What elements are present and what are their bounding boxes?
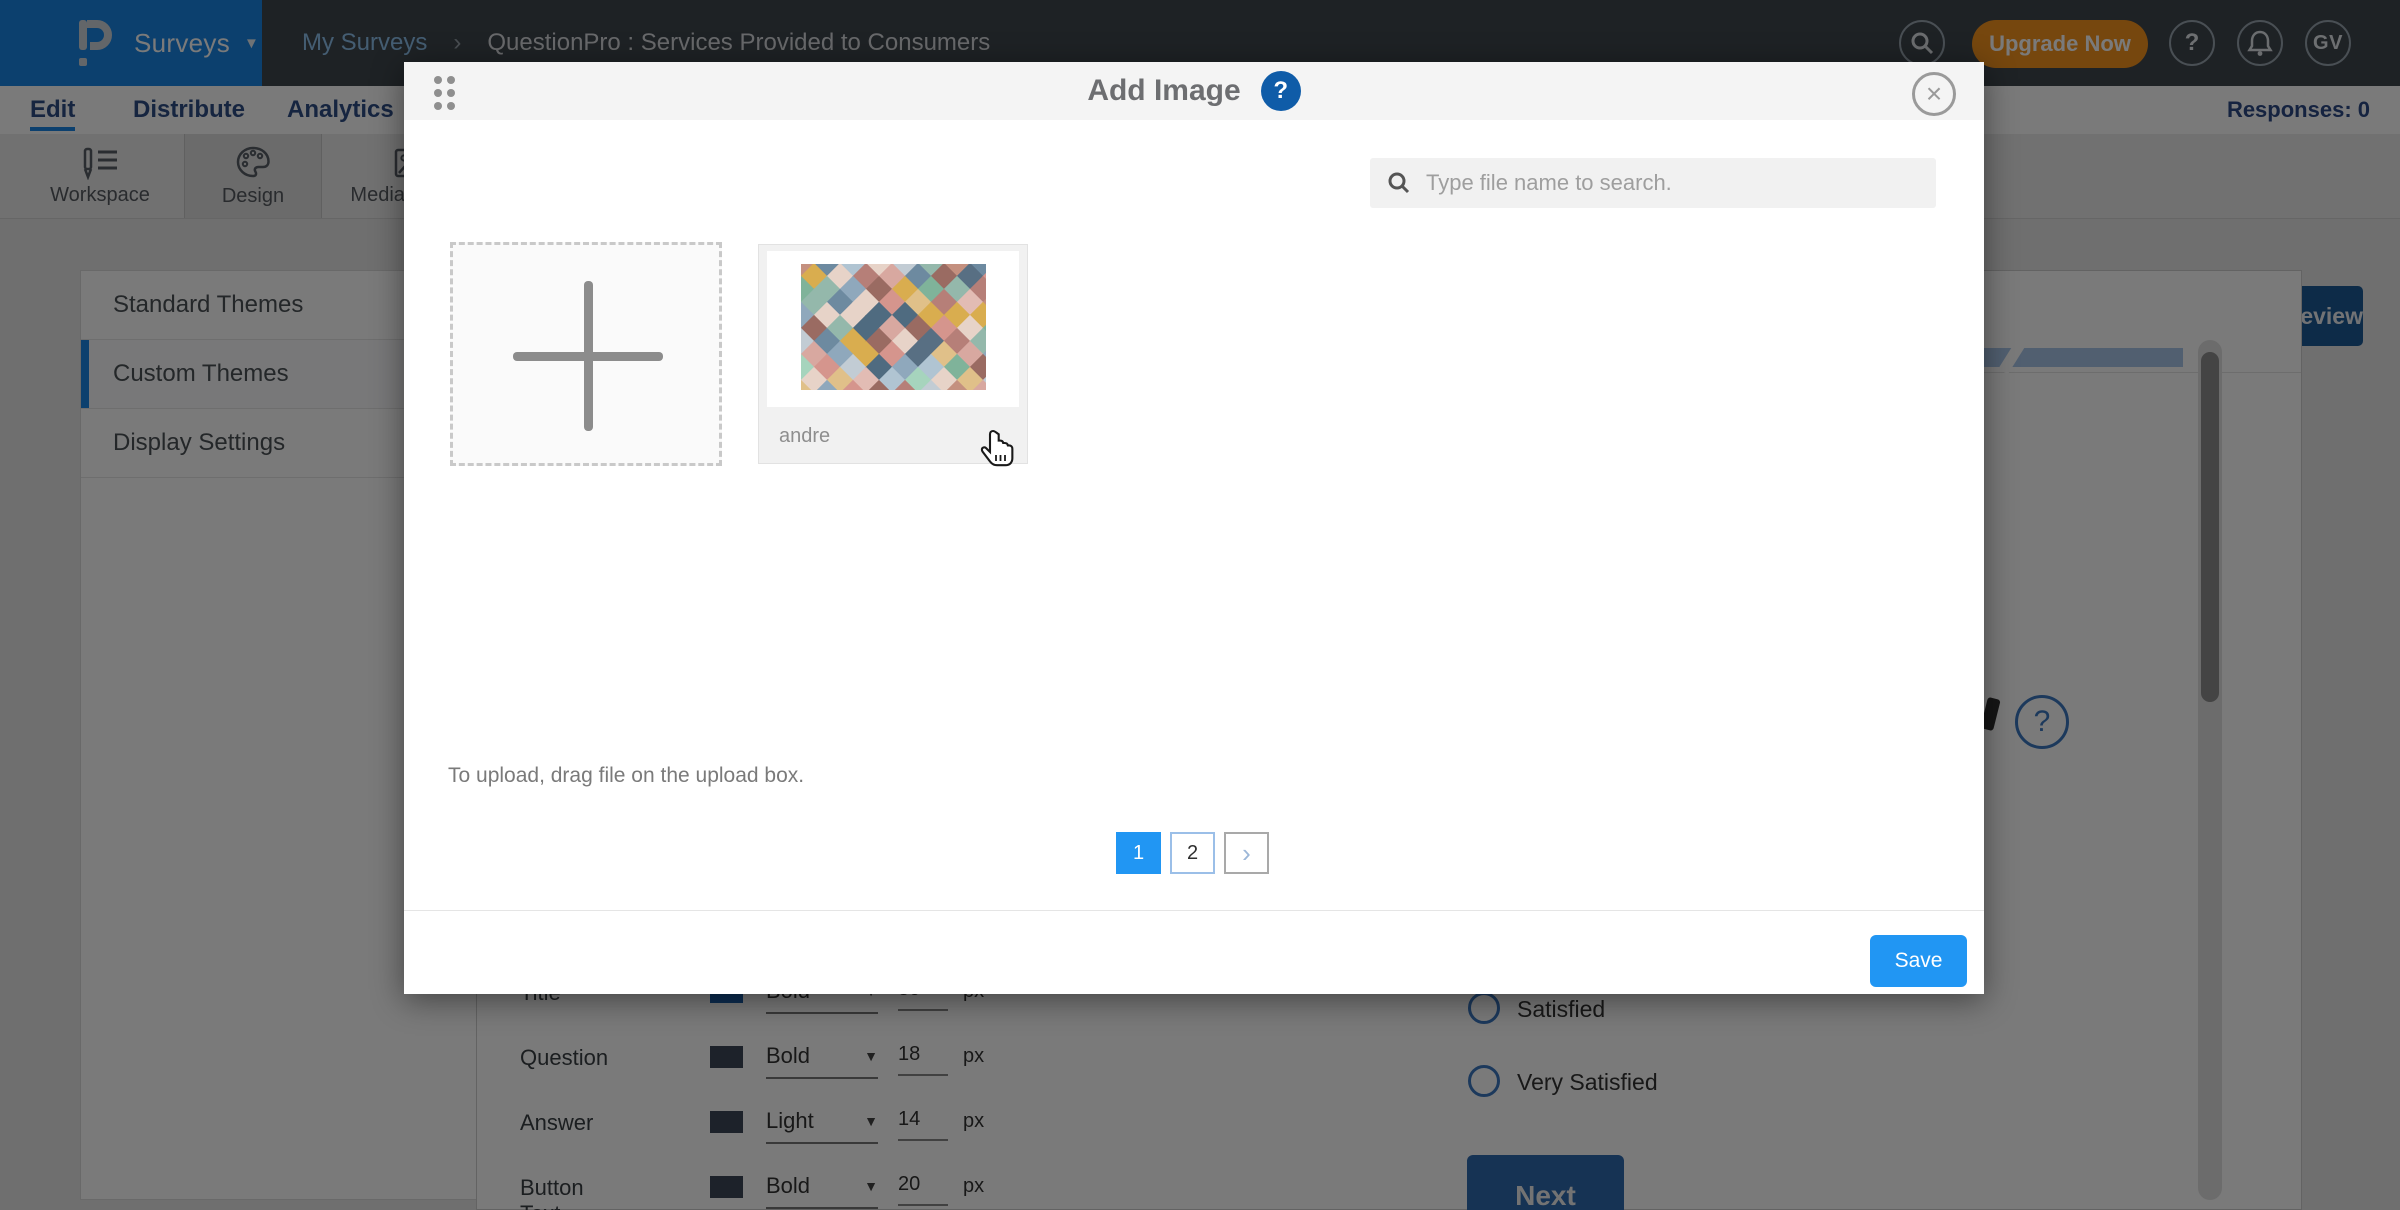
modal-title: Add Image xyxy=(1087,74,1240,108)
upload-dropzone[interactable] xyxy=(450,242,722,466)
upload-hint-text: To upload, drag file on the upload box. xyxy=(448,764,804,788)
pagination: 1 2 › xyxy=(1116,832,1269,874)
page-2-button[interactable]: 2 xyxy=(1170,832,1215,874)
image-name: andre xyxy=(779,425,830,448)
footer-divider xyxy=(404,910,1984,911)
add-image-modal: Add Image ? × andre To upload, drag file… xyxy=(404,62,1984,994)
file-search-box xyxy=(1370,158,1936,208)
modal-help-icon[interactable]: ? xyxy=(1261,71,1301,111)
image-thumbnail-frame xyxy=(767,251,1019,407)
save-button[interactable]: Save xyxy=(1870,935,1967,987)
image-card-andre[interactable]: andre xyxy=(758,244,1028,464)
next-page-button[interactable]: › xyxy=(1224,832,1269,874)
mosaic-image xyxy=(801,264,986,390)
plus-icon xyxy=(584,281,593,431)
search-icon xyxy=(1386,170,1412,196)
file-search-input[interactable] xyxy=(1424,169,1908,197)
close-icon[interactable]: × xyxy=(1912,72,1956,116)
drag-handle-icon[interactable] xyxy=(434,76,464,108)
modal-title-row: Add Image ? xyxy=(404,62,1984,120)
page-1-button[interactable]: 1 xyxy=(1116,832,1161,874)
screen: Surveys ▼ My Surveys › QuestionPro : Ser… xyxy=(0,0,2400,1210)
